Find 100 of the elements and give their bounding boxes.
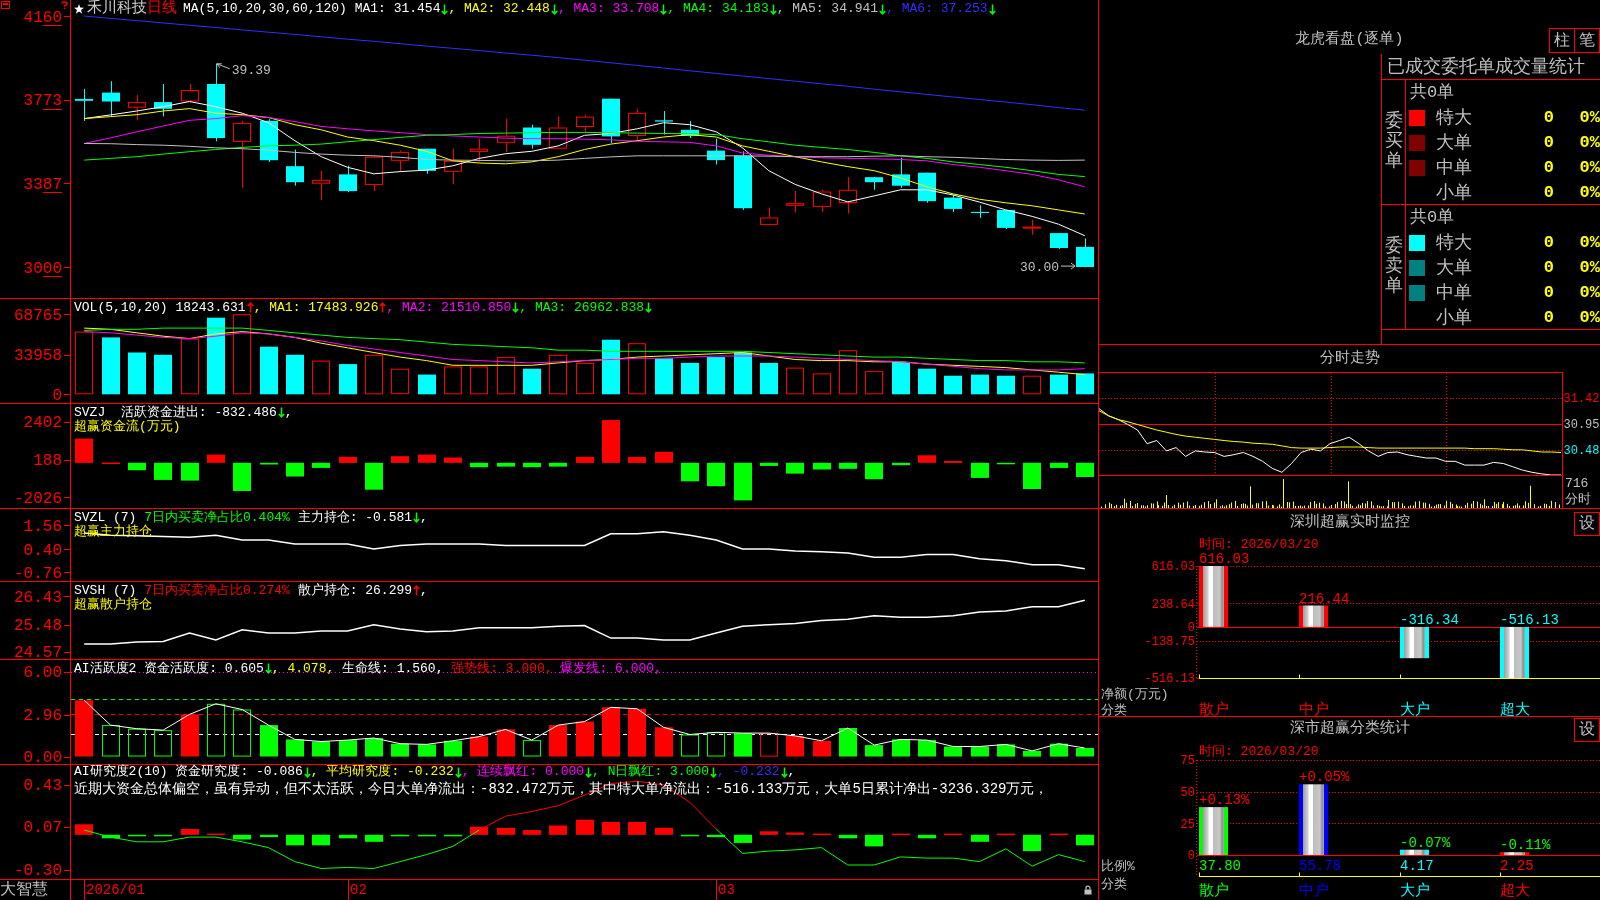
indicator-reading: , MA1: 17483.926 (253, 300, 379, 315)
indicator-reading: , 平均研究度: -0.232 (310, 765, 454, 779)
category-label: 中户 (1299, 702, 1329, 716)
order-share: 0% (1578, 131, 1600, 154)
indicator-reading: 散户持仓: 26.299 (296, 583, 413, 598)
y-axis-label: -516.13 (1144, 672, 1195, 687)
separator-text: , (420, 583, 428, 598)
candlestick (365, 155, 383, 192)
view-button[interactable]: 柱 (1549, 28, 1575, 53)
candlestick (1023, 219, 1041, 236)
candlestick (602, 98, 620, 144)
y-axis-label: 0.00 (23, 749, 62, 764)
category-label: 大户 (1400, 883, 1430, 900)
y-axis-label: 238.64 (1151, 597, 1195, 612)
period-label: 日线 (147, 1, 177, 17)
panel-title: 分时走势 (1319, 349, 1380, 368)
candlestick (549, 115, 567, 150)
indicator-reading: VOL(5,10,20) 18243.631 (74, 300, 246, 315)
order-share: 0% (1578, 231, 1600, 254)
value-label: -316.34 (1400, 611, 1459, 628)
y-axis-label: 30.48 (1563, 444, 1600, 458)
order-total: 共0单 (1410, 207, 1455, 228)
value-label: 4.17 (1400, 858, 1434, 874)
category-label: 大户 (1400, 702, 1430, 716)
volume-scale-label: 716 (1565, 476, 1589, 492)
y-axis-label: 4160 (23, 8, 62, 27)
date-label: 03 (718, 881, 735, 900)
value-label: 2.25 (1500, 858, 1534, 874)
change-label: -0.07% (1400, 834, 1451, 851)
y-axis-label: -138.75 (1144, 635, 1195, 649)
order-count: 0 (1542, 256, 1554, 279)
price-annotation: 39.39 (231, 63, 271, 79)
panel-title: 龙虎看盘(逐单) (1295, 31, 1404, 49)
candlestick (628, 108, 646, 142)
brand-label: 大智慧 (0, 881, 48, 899)
candlestick (470, 138, 488, 163)
separator-text: , (420, 510, 428, 525)
y-axis-label: 2402 (23, 414, 62, 433)
indicator-reading: 生命线: 1.560, (341, 661, 444, 676)
indicator-reading: SVZJ 活跃资金进出: -832.486 (74, 405, 277, 420)
candlestick (760, 207, 778, 226)
order-size-label: 特大 (1436, 106, 1473, 129)
help-icon[interactable] (61, 1, 68, 9)
arrow-icon (216, 63, 231, 70)
category-label: 散户 (1199, 702, 1229, 716)
indicator-reading: 强势线: 3.000, (450, 661, 553, 676)
separator-text: , (284, 405, 293, 420)
order-count: 0 (1542, 156, 1554, 179)
lock-icon[interactable] (1084, 885, 1092, 895)
indicator-reading: AI活跃度2 资金活跃度: 0.605 (74, 661, 264, 676)
order-size-label: 小单 (1436, 306, 1473, 329)
candlestick (971, 204, 989, 219)
window-icon[interactable] (1, 1, 10, 9)
date-label: 02 (350, 881, 367, 900)
side-label: 委买单 (1384, 112, 1403, 172)
candlestick (1076, 238, 1094, 268)
indicator-reading: AI研究度2(10) 资金研究度: -0.086 (74, 765, 303, 779)
candlestick (839, 176, 857, 215)
y-axis-label: 25 (1180, 817, 1195, 832)
category-label: 超大 (1500, 883, 1530, 900)
view-button[interactable]: 笔 (1575, 28, 1600, 53)
axis-title: 分类 (1101, 877, 1127, 892)
candlestick (312, 170, 330, 201)
order-size-label: 中单 (1436, 281, 1473, 304)
order-share: 0% (1578, 281, 1600, 304)
indicator-reading: , MA6: 37.253 (886, 1, 988, 17)
y-axis-label: 26.43 (14, 588, 62, 607)
star-icon (74, 4, 84, 14)
indicator-reading: , MA5: 34.941 (776, 1, 879, 17)
order-total: 共0单 (1410, 82, 1455, 103)
order-share: 0% (1578, 306, 1600, 329)
value-label: 616.03 (1199, 551, 1250, 567)
change-label: +0.05% (1299, 769, 1350, 786)
candlestick (865, 176, 883, 191)
date-label: 2026/01 (86, 881, 145, 900)
stock-name: 禾川科技 (87, 1, 147, 17)
settings-button[interactable]: 设 (1574, 718, 1600, 742)
indicator-reading: , MA3: 26962.838 (519, 300, 645, 315)
order-share: 0% (1578, 156, 1600, 179)
order-count: 0 (1542, 281, 1554, 304)
indicator-reading: 主力持仓: -0.581 (296, 510, 413, 525)
arrow-icon (1060, 262, 1076, 270)
candlestick (418, 148, 436, 175)
order-share: 0% (1578, 256, 1600, 279)
indicator-reading: , MA2: 21510.850 (386, 300, 512, 315)
indicator-reading: MA(5,10,20,30,60,120) MA1: 31.454 (183, 1, 441, 17)
order-count: 0 (1542, 231, 1554, 254)
y-axis-label: 30.95 (1563, 418, 1600, 433)
y-axis-label: 0 (1187, 621, 1195, 636)
panel-title: 深市超赢分类统计 (1289, 721, 1410, 737)
y-axis-label: 3773 (23, 92, 62, 111)
y-axis-label: 616.03 (1151, 560, 1195, 575)
y-axis-label: -2026 (14, 490, 62, 508)
price-annotation: 30.00 (1020, 259, 1059, 275)
candlestick (444, 148, 462, 185)
indicator-reading: 爆发线: 6.000, (559, 661, 662, 676)
indicator-reading: , MA2: 32.448 (448, 1, 550, 17)
settings-button[interactable]: 设 (1574, 512, 1600, 536)
indicator-reading: , MA3: 33.708 (557, 1, 660, 17)
candlestick (918, 172, 936, 204)
